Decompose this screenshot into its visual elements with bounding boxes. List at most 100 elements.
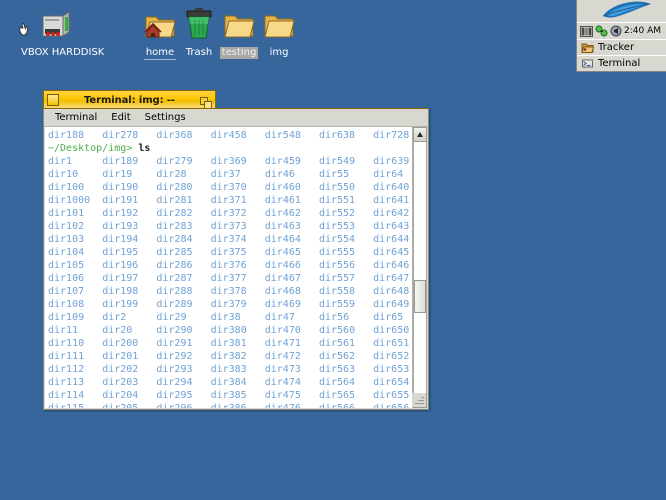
terminal-dir-entry: dir10 [48,169,79,180]
terminal-dir-entry: dir548 [264,130,301,141]
deskbar[interactable]: 2:40 AM Tracker Terminal [576,0,666,72]
terminal-dir-entry: dir201 [102,351,139,362]
desktop-icon-img[interactable]: img [242,6,316,59]
terminal-dir-entry: dir646 [373,260,410,271]
terminal-output[interactable]: dir188 dir278 dir368 dir458 dir548 dir63… [45,127,412,408]
window-resize-handle[interactable] [412,393,426,407]
terminal-dir-entry: dir281 [156,195,193,206]
haiku-leaf-logo[interactable] [577,0,666,22]
terminal-dir-entry: dir557 [318,273,356,284]
terminal-output-line: dir188 dir278 dir368 dir458 dir548 dir63… [48,129,412,142]
zoom-icon[interactable] [200,94,212,109]
terminal-dir-entry: dir469 [264,299,301,310]
terminal-dir-entry: dir551 [318,195,356,206]
terminal-dir-entry: dir64 [373,169,404,180]
terminal-dir-entry: dir638 [318,130,356,141]
terminal-dir-entry: dir282 [156,208,193,219]
terminal-dir-entry: dir203 [102,377,139,388]
terminal-dir-entry: dir463 [264,221,301,232]
terminal-window[interactable]: Terminal: img: -- Terminal Edit Settings d… [43,90,429,410]
menu-terminal[interactable]: Terminal [48,111,104,124]
terminal-dir-entry: dir640 [373,182,410,193]
terminal-dir-entry: dir196 [102,260,139,271]
menu-edit[interactable]: Edit [104,111,137,124]
terminal-dir-entry: dir192 [102,208,139,219]
scrollbar-track[interactable] [413,142,427,393]
terminal-dir-entry: dir369 [210,156,247,167]
mouse-cursor [18,22,32,38]
terminal-dir-entry: dir472 [264,351,301,362]
terminal-dir-entry: dir38 [210,312,241,323]
terminal-dir-entry: dir284 [156,234,193,245]
terminal-dir-entry: dir641 [373,195,410,206]
terminal-dir-entry: dir290 [156,325,193,336]
terminal-dir-entry: dir205 [102,403,138,408]
terminal-dir-entry: dir195 [102,247,139,258]
desktop[interactable]: VBOX HARDDISK home Trash testing img 2:4… [0,0,666,500]
close-icon[interactable] [47,94,59,106]
terminal-dir-entry: dir372 [210,208,247,219]
terminal-dir-entry: dir650 [373,325,410,336]
terminal-dir-entry: dir556 [318,260,356,271]
terminal-command: ls [138,143,151,154]
terminal-dir-entry: dir294 [156,377,193,388]
terminal-dir-entry: dir643 [373,221,410,232]
terminal-dir-entry: dir379 [210,299,247,310]
terminal-dir-entry: dir654 [373,377,410,388]
terminal-dir-entry: dir467 [264,273,301,284]
terminal-frame: Terminal Edit Settings dir188 dir278 dir36… [43,108,429,410]
terminal-dir-entry: dir113 [48,377,85,388]
terminal-dir-entry: dir471 [264,338,301,349]
terminal-output-line: dir109 dir2 dir29 dir38 dir47 dir56 dir6… [48,311,412,324]
deskbar-item-terminal[interactable]: Terminal [577,55,666,71]
terminal-dir-entry: dir20 [102,325,133,336]
deskbar-app-list: Tracker Terminal [577,39,666,71]
terminal-dir-entry: dir110 [48,338,85,349]
terminal-prompt-line: ~/Desktop/img> ls [48,142,412,155]
terminal-dir-entry: dir386 [211,403,247,408]
terminal-dir-entry: dir285 [156,247,193,258]
scroll-up-arrow[interactable] [413,127,427,142]
terminal-menubar[interactable]: Terminal Edit Settings [44,109,428,127]
terminal-dir-entry: dir280 [156,182,193,193]
terminal-dir-entry: dir645 [373,247,410,258]
terminal-dir-entry: dir655 [373,390,410,401]
menu-settings[interactable]: Settings [138,111,193,124]
terminal-dir-entry: dir474 [264,377,301,388]
terminal-dir-entry: dir56 [319,312,350,323]
terminal-output-line: dir114 dir204 dir295 dir385 dir475 dir56… [48,389,412,402]
deskbar-tray[interactable]: 2:40 AM [577,22,666,39]
volume-icon[interactable] [610,22,623,41]
scrollbar-thumb[interactable] [414,280,426,313]
network-icon[interactable] [595,22,608,41]
terminal-dir-entry: dir563 [318,364,356,375]
terminal-dir-entry: dir29 [156,312,187,323]
terminal-dir-entry: dir278 [102,130,139,141]
terminal-dir-entry: dir462 [264,208,301,219]
terminal-dir-entry: dir107 [48,286,85,297]
terminal-scrollbar[interactable] [412,127,427,408]
terminal-dir-entry: dir564 [318,377,356,388]
terminal-dir-entry: dir470 [264,325,301,336]
terminal-dir-entry: dir193 [102,221,139,232]
deskbar-clock[interactable]: 2:40 AM [624,26,663,36]
terminal-output-line: dir103 dir194 dir284 dir374 dir464 dir55… [48,233,412,246]
workspaces-icon[interactable] [580,22,593,41]
terminal-dir-entry: dir648 [373,286,410,297]
terminal-title-tab[interactable]: Terminal: img: -- [43,90,216,109]
terminal-dir-entry: dir656 [373,403,409,408]
terminal-dir-entry: dir559 [318,299,356,310]
terminal-dir-entry: dir111 [48,351,85,362]
terminal-dir-entry: dir112 [48,364,85,375]
tray-icon-group[interactable] [580,22,623,41]
terminal-dir-entry: dir373 [210,221,247,232]
terminal-dir-entry: dir728 [373,130,410,141]
terminal-dir-entry: dir283 [156,221,193,232]
terminal-dir-entry: dir287 [156,273,193,284]
deskbar-item-tracker[interactable]: Tracker [577,39,666,55]
terminal-dir-entry: dir191 [102,195,139,206]
terminal-dir-entry: dir289 [156,299,193,310]
terminal-dir-entry: dir652 [373,351,410,362]
terminal-dir-entry: dir384 [210,377,247,388]
terminal-body[interactable]: dir188 dir278 dir368 dir458 dir548 dir63… [45,127,427,408]
